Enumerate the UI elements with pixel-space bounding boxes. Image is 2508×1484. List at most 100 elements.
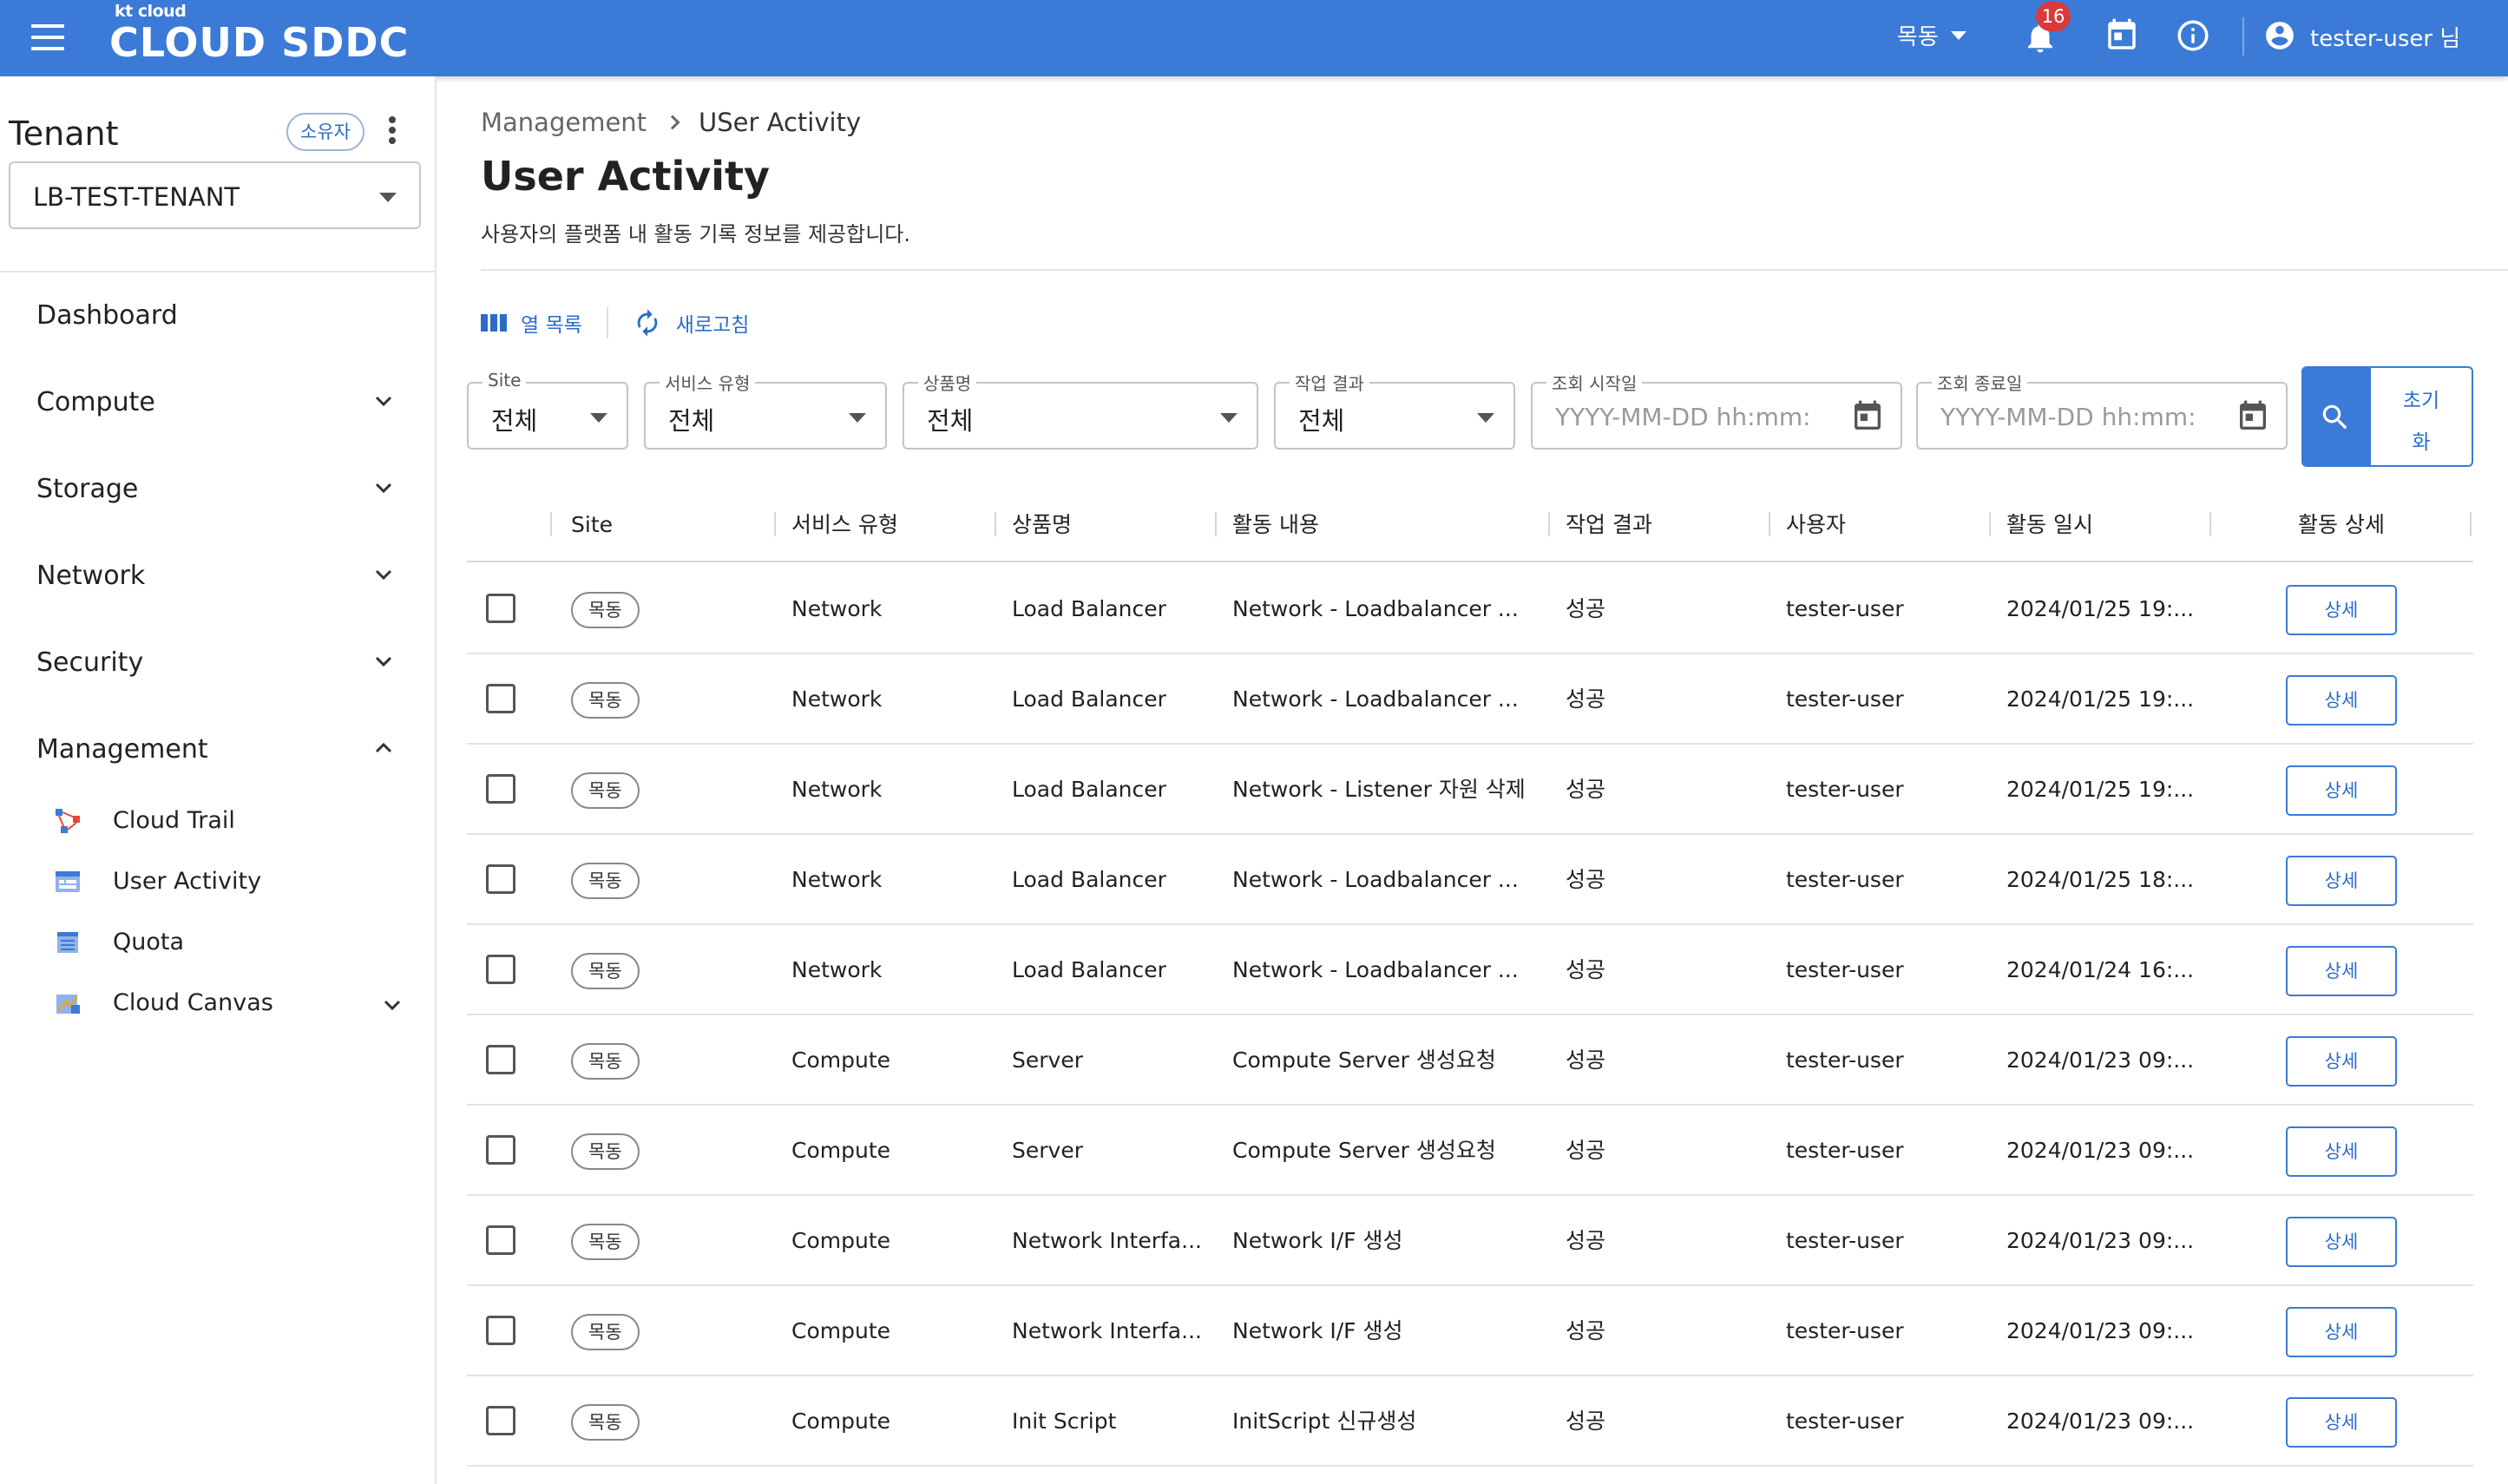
row-checkbox[interactable] [486,864,515,894]
end-date-input[interactable]: 조회 종료일 YYYY-MM-DD hh:mm: [1916,370,2288,450]
row-checkbox[interactable] [486,955,515,984]
detail-button[interactable]: 상세 [2286,585,2397,635]
nav-storage-label: Storage [36,474,139,504]
detail-button[interactable]: 상세 [2286,765,2397,816]
site-chip: 목동 [571,592,640,628]
detail-button[interactable]: 상세 [2286,1126,2397,1177]
cell-activity: Network - Loadbalancer ... [1232,686,1519,712]
nav-security[interactable]: Security [36,642,401,686]
cell-user: tester-user [1786,1318,1904,1343]
cell-user: tester-user [1786,867,1904,892]
table-row[interactable]: 목동 Network Load Balancer Network - Loadbala… [467,564,2473,654]
cell-user: tester-user [1786,957,1904,982]
caret-down-icon [1950,30,1966,40]
cell-service-type: Network [791,867,883,892]
row-checkbox[interactable] [486,1045,515,1074]
refresh-icon [637,309,658,337]
info-icon[interactable] [2175,17,2211,54]
calendar-icon[interactable] [2236,399,2270,434]
user-menu[interactable]: tester-user 님 [2310,21,2460,53]
nav-network[interactable]: Network [36,555,401,599]
detail-button[interactable]: 상세 [2286,675,2397,726]
column-header-service-type[interactable]: 서비스 유형 [791,488,898,562]
cell-activity: Compute Server 생성요청 [1232,1047,1496,1073]
sidebar-item-user-activity[interactable]: User Activity [54,863,401,901]
cell-datetime: 2024/01/24 16:... [2006,957,2195,982]
detail-button[interactable]: 상세 [2286,1397,2397,1448]
detail-button[interactable]: 상세 [2286,856,2397,906]
detail-button[interactable]: 상세 [2286,1217,2397,1267]
table-row[interactable]: 목동 Compute Server Compute Server 생성요청 성공 test… [467,1106,2473,1196]
start-date-input[interactable]: 조회 시작일 YYYY-MM-DD hh:mm: [1531,370,1902,450]
site-chip: 목동 [571,863,640,899]
calendar-icon[interactable] [1850,399,1885,434]
refresh-button[interactable]: 새로고침 [633,308,749,338]
site-filter-select[interactable]: Site 전체 [467,370,628,450]
column-header-user[interactable]: 사용자 [1786,488,1846,562]
column-header-result[interactable]: 작업 결과 [1566,488,1652,562]
column-header-product[interactable]: 상품명 [1012,488,1072,562]
table-row[interactable]: 목동 Network Load Balancer Network - Loadbala… [467,835,2473,925]
detail-button[interactable]: 상세 [2286,1036,2397,1087]
row-checkbox[interactable] [486,594,515,623]
site-selector[interactable]: 목동 [1897,19,1966,51]
account-circle-icon[interactable] [2263,19,2296,52]
nav-compute[interactable]: Compute [36,382,401,425]
view-column-icon [481,314,507,332]
breadcrumb-parent[interactable]: Management [481,108,647,137]
sidebar-item-label: User Activity [113,868,262,895]
filter-value: 전체 [1298,406,1345,436]
filter-label: 조회 종료일 [1932,370,2028,395]
table-row[interactable]: 목동 Compute Network Interfa... Network I/F 생… [467,1196,2473,1286]
result-filter-select[interactable]: 작업 결과 전체 [1274,370,1515,450]
product-filter-select[interactable]: 상품명 전체 [903,370,1258,450]
nav-storage[interactable]: Storage [36,469,401,512]
nav-dashboard[interactable]: Dashboard [36,295,401,338]
nav-network-label: Network [36,561,146,591]
column-header-site[interactable]: Site [571,488,613,562]
row-checkbox[interactable] [486,774,515,804]
table-row[interactable]: 목동 Compute Init Script InitScript 신규생성 성공 tes… [467,1376,2473,1467]
cell-result: 성공 [1566,957,1606,982]
page-description: 사용자의 플랫폼 내 활동 기록 정보를 제공합니다. [481,222,911,246]
column-list-label: 열 목록 [521,314,582,337]
table-toolbar: 열 목록 새로고침 [481,305,749,340]
site-chip: 목동 [571,1224,640,1260]
table-row[interactable]: 목동 Network Load Balancer Network - Loadbala… [467,654,2473,745]
row-checkbox[interactable] [486,1135,515,1165]
nav-dashboard-label: Dashboard [36,300,178,331]
cell-service-type: Compute [791,1138,891,1163]
row-checkbox[interactable] [486,1316,515,1345]
menu-icon[interactable] [31,24,64,50]
row-checkbox[interactable] [486,684,515,713]
column-list-button[interactable]: 열 목록 [481,308,582,338]
cell-service-type: Compute [791,1408,891,1434]
row-checkbox[interactable] [486,1406,515,1435]
service-type-filter-select[interactable]: 서비스 유형 전체 [644,370,887,450]
tenant-select[interactable]: LB-TEST-TENANT [9,161,421,229]
more-vert-icon[interactable] [387,116,397,148]
table-row[interactable]: 목동 Compute Server Compute Server 생성요청 성공 test… [467,1015,2473,1106]
filter-label: Site [483,370,527,391]
nav-management[interactable]: Management [36,729,401,772]
detail-button[interactable]: 상세 [2286,1307,2397,1357]
filter-label: 작업 결과 [1290,370,1369,395]
column-separator [1215,512,1217,536]
chevron-down-icon [375,483,392,494]
sidebar-item-cloud-canvas[interactable]: Cloud Canvas [54,984,401,1022]
filter-label: 서비스 유형 [660,370,756,395]
table-header: Site 서비스 유형 상품명 활동 내용 작업 결과 사용자 활동 일시 활동… [467,488,2473,562]
table-row[interactable]: 목동 Network Load Balancer Network - Loadbala… [467,925,2473,1015]
column-header-activity[interactable]: 활동 내용 [1232,488,1319,562]
table-row[interactable]: 목동 Compute Network Interfa... Network I/F 생… [467,1286,2473,1376]
sidebar-item-quota[interactable]: Quota [54,923,401,962]
column-header-datetime[interactable]: 활동 일시 [2006,488,2093,562]
table-row[interactable]: 목동 Network Load Balancer Network - Listener… [467,745,2473,835]
calendar-icon[interactable] [2104,17,2140,54]
sidebar-item-cloud-trail[interactable]: Cloud Trail [54,802,401,840]
detail-button[interactable]: 상세 [2286,946,2397,996]
reset-button[interactable]: 초기 화 [2369,366,2473,467]
search-button[interactable] [2301,366,2369,467]
row-checkbox[interactable] [486,1225,515,1255]
cell-user: tester-user [1786,596,1904,621]
